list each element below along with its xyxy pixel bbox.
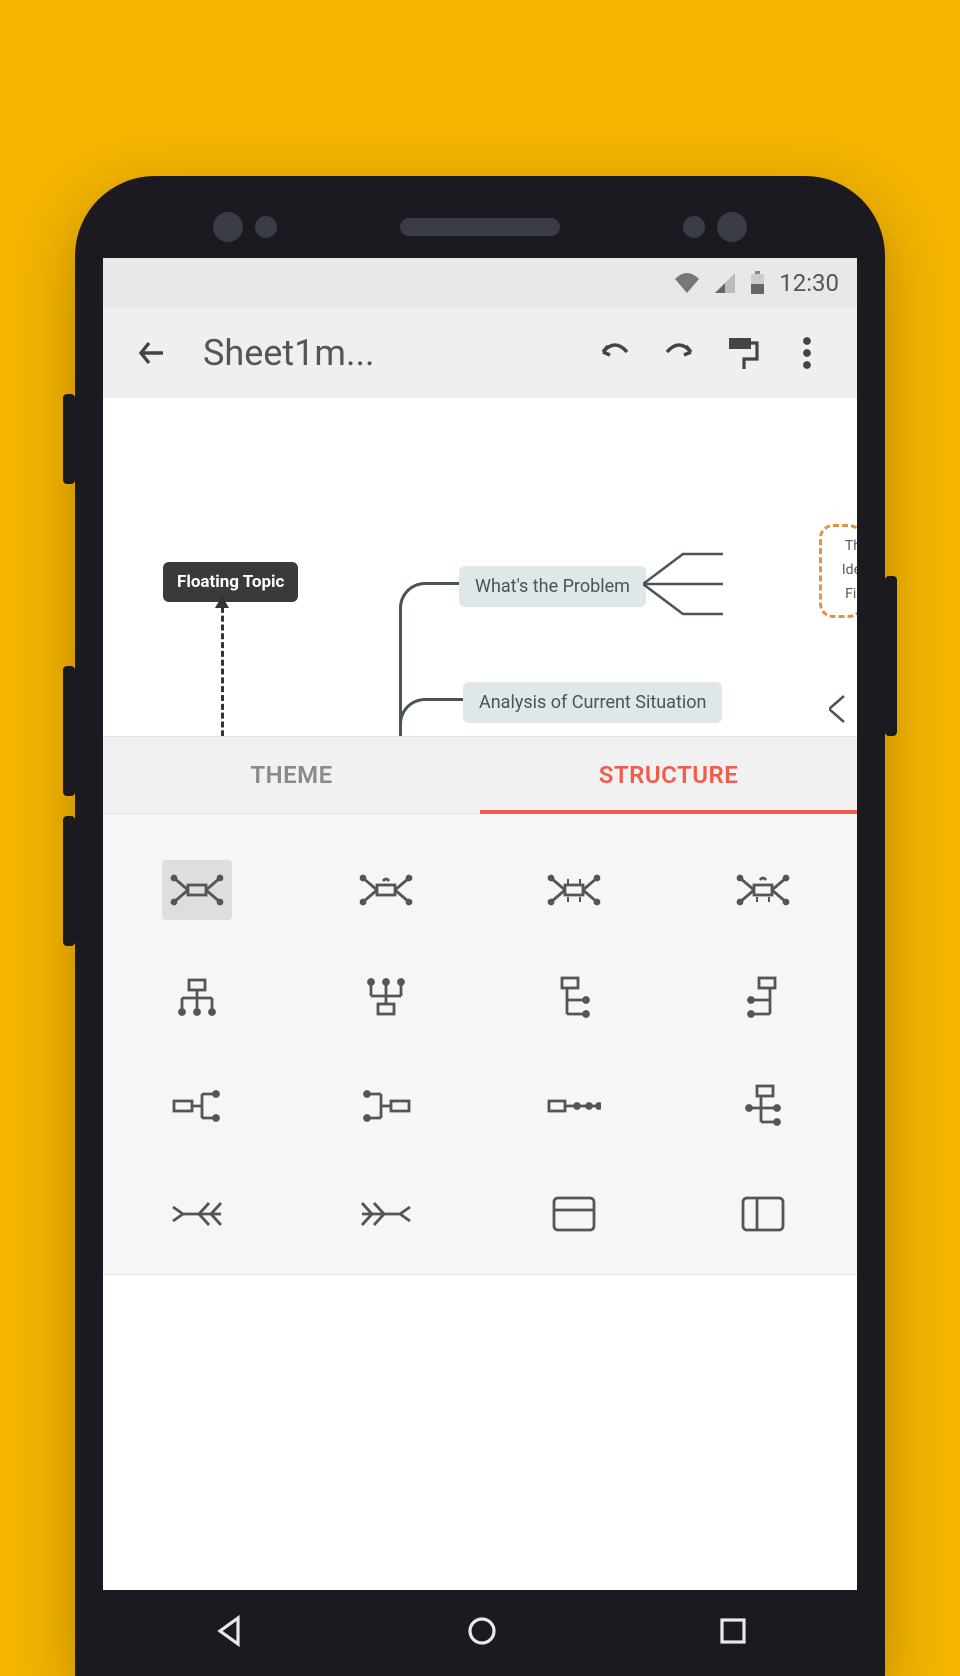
subtopic-node[interactable]: Th — [845, 538, 857, 554]
subtopic-node[interactable]: Fir — [845, 586, 857, 602]
structure-option-mindmap-clockwise-numbered[interactable] — [669, 836, 858, 944]
structure-option-tree-left[interactable] — [669, 944, 858, 1052]
phone-screen: 12:30 Sheet1m... Floating Topic — [103, 258, 857, 1676]
phone-sensor — [683, 216, 705, 238]
structure-option-fishbone-left[interactable] — [103, 1160, 292, 1268]
structure-option-org-chart-up[interactable] — [292, 944, 481, 1052]
structure-option-logic-right[interactable] — [103, 1052, 292, 1160]
phone-sensor — [717, 212, 747, 242]
system-navigation-bar — [103, 1590, 857, 1676]
structure-option-tree-right[interactable] — [480, 944, 669, 1052]
structure-option-logic-left[interactable] — [292, 1052, 481, 1160]
nav-home-button[interactable] — [465, 1614, 499, 1652]
branch-connector — [399, 698, 463, 736]
phone-sensor — [213, 212, 243, 242]
structure-option-org-chart-down[interactable] — [103, 944, 292, 1052]
tab-theme[interactable]: THEME — [103, 737, 480, 813]
redo-button[interactable] — [651, 325, 707, 381]
undo-button[interactable] — [587, 325, 643, 381]
structure-option-mindmap-balanced[interactable] — [103, 836, 292, 944]
document-title[interactable]: Sheet1m... — [189, 332, 579, 374]
relationship-line[interactable] — [221, 598, 224, 736]
structure-option-timeline-horizontal[interactable] — [480, 1052, 669, 1160]
format-button[interactable] — [715, 325, 771, 381]
phone-side-button — [885, 576, 897, 736]
structure-panel — [103, 814, 857, 1274]
nav-back-button[interactable] — [212, 1614, 246, 1652]
tab-structure[interactable]: STRUCTURE — [480, 737, 857, 813]
topic-node[interactable]: Analysis of Current Situation — [463, 682, 722, 723]
battery-icon — [750, 271, 765, 295]
tab-label: STRUCTURE — [599, 761, 739, 789]
cell-signal-icon — [714, 272, 736, 294]
more-button[interactable] — [779, 325, 835, 381]
mindmap-canvas[interactable]: Floating Topic What's the Problem Analys… — [103, 398, 857, 736]
phone-frame: 12:30 Sheet1m... Floating Topic — [75, 176, 885, 1676]
subtopic-connector — [829, 694, 857, 696]
status-time: 12:30 — [779, 269, 839, 297]
nav-recent-button[interactable] — [718, 1616, 748, 1650]
structure-option-mindmap-clockwise[interactable] — [292, 836, 481, 944]
floating-topic-node[interactable]: Floating Topic — [163, 562, 298, 602]
phone-side-button — [63, 666, 75, 796]
structure-option-matrix-column[interactable] — [669, 1160, 858, 1268]
app-toolbar: Sheet1m... — [103, 308, 857, 398]
structure-option-matrix-row[interactable] — [480, 1160, 669, 1268]
back-button[interactable] — [125, 325, 181, 381]
phone-sensor — [255, 216, 277, 238]
structure-option-tree-table[interactable] — [669, 1052, 858, 1160]
panel-tabs: THEME STRUCTURE — [103, 736, 857, 814]
wifi-icon — [674, 272, 700, 294]
structure-grid — [103, 836, 857, 1268]
structure-option-mindmap-balanced-numbered[interactable] — [480, 836, 669, 944]
phone-speaker — [400, 218, 560, 236]
panel-divider — [103, 1274, 857, 1275]
subtopic-connector — [643, 548, 723, 632]
subtopic-node[interactable]: Ide — [842, 562, 857, 578]
tab-label: THEME — [250, 761, 332, 789]
phone-side-button — [63, 394, 75, 484]
topic-node[interactable]: What's the Problem — [459, 566, 646, 607]
status-bar: 12:30 — [103, 258, 857, 308]
phone-side-button — [63, 816, 75, 946]
structure-option-fishbone-right[interactable] — [292, 1160, 481, 1268]
